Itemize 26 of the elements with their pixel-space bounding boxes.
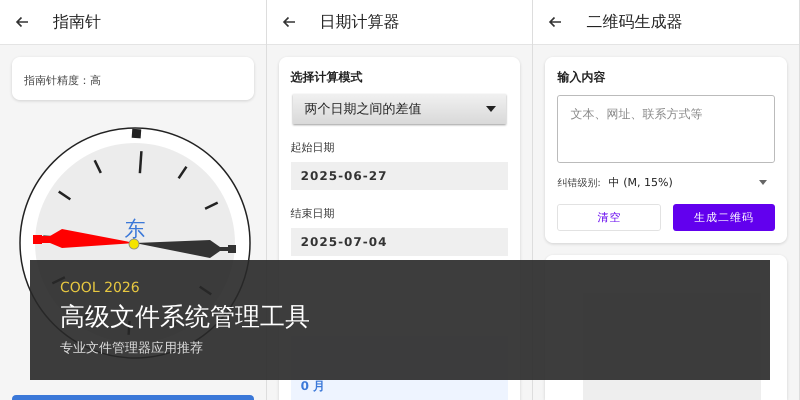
direction-label: 东 xyxy=(124,217,146,241)
generate-button[interactable]: 生成二维码 xyxy=(673,204,776,231)
back-arrow-icon[interactable] xyxy=(548,16,562,28)
input-label: 输入内容 xyxy=(557,69,606,86)
start-date-label: 起始日期 xyxy=(290,140,335,155)
mode-dropdown[interactable]: 两个日期之间的差值 xyxy=(292,94,506,124)
dropdown-caret-icon xyxy=(759,180,768,185)
accuracy-text: 指南针精度：高 xyxy=(24,74,101,87)
result-line: 0 月 xyxy=(300,378,326,395)
screen-title: 二维码生成器 xyxy=(586,12,682,32)
screen-title: 日期计算器 xyxy=(320,12,400,32)
clear-button[interactable]: 清空 xyxy=(557,204,662,231)
end-date-field[interactable]: 2025-07-04 xyxy=(290,228,508,256)
banner-title: 高级文件系统管理工具 xyxy=(60,301,310,333)
screen-title: 指南针 xyxy=(53,12,101,32)
mode-label: 选择计算模式 xyxy=(290,69,363,86)
end-date-label: 结束日期 xyxy=(290,206,335,221)
content-input-field[interactable]: 文本、网址、联系方式等 xyxy=(557,95,776,163)
level-label: 纠错级别: xyxy=(557,176,601,190)
back-arrow-icon[interactable] xyxy=(15,16,29,28)
level-dropdown[interactable]: 中 (M, 15%) xyxy=(608,175,776,190)
start-date-field[interactable]: 2025-06-27 xyxy=(290,162,508,190)
banner-subtitle: 专业文件管理器应用推荐 xyxy=(60,340,203,357)
banner-tag: COOL 2026 xyxy=(60,280,140,296)
back-arrow-icon[interactable] xyxy=(282,16,296,28)
dropdown-caret-icon xyxy=(486,106,496,112)
